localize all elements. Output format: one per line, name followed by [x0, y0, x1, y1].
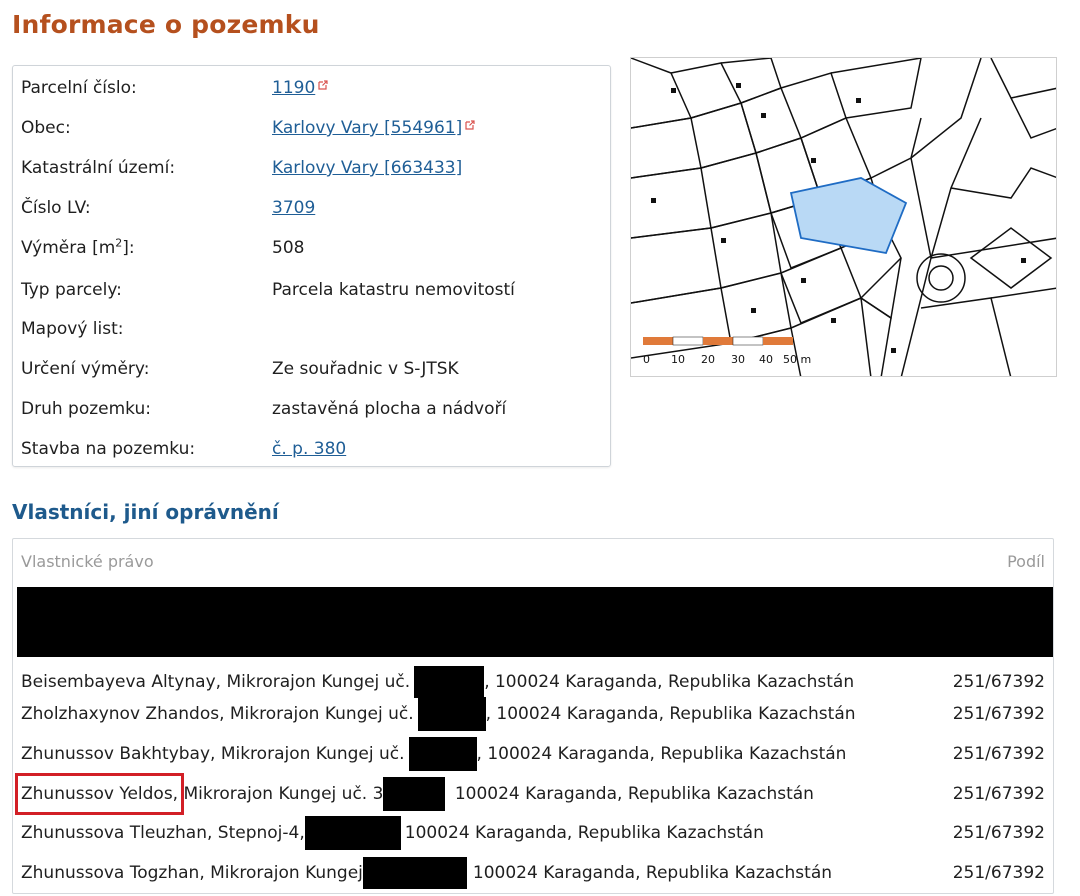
- owner-share: 251/67392: [952, 863, 1045, 883]
- lv-link[interactable]: 3709: [272, 193, 315, 223]
- owners-table-header: Vlastnické právo Podíl: [13, 539, 1053, 584]
- owner-entry: Zholzhaxynov Zhandos, Mikrorajon Kungej …: [21, 695, 856, 733]
- column-header-ownership: Vlastnické právo: [21, 552, 154, 571]
- map-scale-label: 30: [731, 353, 745, 366]
- external-link-icon: [318, 80, 328, 90]
- cadastral-label: Katastrální území:: [21, 158, 176, 178]
- owner-share: 251/67392: [952, 784, 1045, 804]
- parcel-info-panel: Parcelní číslo: 1190 Obec: Karlovy Vary …: [12, 65, 611, 467]
- owner-share: 251/67392: [952, 823, 1045, 843]
- red-highlight-box: [15, 773, 185, 815]
- owner-share: 251/67392: [952, 744, 1045, 764]
- owner-entry: Zhunussova Tleuzhan, Stepnoj-4, 100024 Ka…: [21, 814, 764, 852]
- redaction-block: [17, 587, 1053, 657]
- owner-share: 251/67392: [952, 704, 1045, 724]
- land-type-label: Druh pozemku:: [21, 399, 151, 419]
- table-row: Zhunussova Tleuzhan, Stepnoj-4, 100024 Ka…: [13, 814, 1053, 852]
- area-method-value: Ze souřadnic v S-JTSK: [272, 359, 459, 379]
- land-type-value: zastavěná plocha a nádvoří: [272, 399, 507, 419]
- parcel-type-value: Parcela katastru nemovitostí: [272, 280, 515, 300]
- obec-text: Karlovy Vary [554961]: [272, 118, 463, 138]
- obec-link[interactable]: Karlovy Vary [554961]: [272, 113, 475, 143]
- area-label: Výměra [m2]:: [21, 236, 135, 258]
- redaction-block: [414, 666, 485, 698]
- cadastral-map-drawing: 0 10 20 30 40 50 m: [631, 58, 1056, 376]
- building-label: Stavba na pozemku:: [21, 439, 196, 459]
- parcel-type-label: Typ parcely:: [21, 280, 122, 300]
- map-scale-label: 20: [701, 353, 715, 366]
- lv-label: Číslo LV:: [21, 198, 91, 218]
- area-value: 508: [272, 238, 305, 258]
- table-row: Zhunussov Yeldos, Mikrorajon Kungej uč. …: [13, 773, 1053, 815]
- map-scale-label: 40: [759, 353, 773, 366]
- map-scale-label: 0: [643, 353, 650, 366]
- obec-label: Obec:: [21, 118, 71, 138]
- parcel-number-text: 1190: [272, 78, 316, 98]
- table-row: Zhunussov Bakhtybay, Mikrorajon Kungej u…: [13, 735, 1053, 773]
- table-row: Zholzhaxynov Zhandos, Mikrorajon Kungej …: [13, 695, 1053, 733]
- redaction-block: [304, 816, 401, 850]
- owner-entry: Zhunussov Yeldos, Mikrorajon Kungej uč. …: [15, 773, 814, 815]
- cadastral-link[interactable]: Karlovy Vary [663433]: [272, 153, 462, 183]
- area-method-label: Určení výměry:: [21, 359, 150, 379]
- selected-parcel-highlight: [789, 177, 908, 255]
- column-header-share: Podíl: [1007, 552, 1045, 571]
- page-title: Informace o pozemku: [12, 10, 320, 39]
- redaction-block: [408, 737, 477, 771]
- parcel-number-link[interactable]: 1190: [272, 73, 328, 103]
- external-link-icon: [465, 120, 475, 130]
- parcel-number-label: Parcelní číslo:: [21, 78, 137, 98]
- redaction-block: [417, 697, 486, 731]
- map-sheet-label: Mapový list:: [21, 319, 124, 339]
- owner-entry: Zhunussov Bakhtybay, Mikrorajon Kungej u…: [21, 735, 846, 773]
- redaction-block: [362, 857, 467, 889]
- owner-entry: Zhunussova Togzhan, Mikrorajon Kungej 100…: [21, 854, 832, 892]
- owners-table: Vlastnické právo Podíl Beisembayeva Alty…: [12, 538, 1054, 894]
- cadastral-map[interactable]: 0 10 20 30 40 50 m: [630, 57, 1057, 377]
- redaction-block: [383, 777, 446, 811]
- table-row: Zhunussova Togzhan, Mikrorajon Kungej 100…: [13, 854, 1053, 892]
- map-scale-label: 10: [671, 353, 685, 366]
- map-scale-label: 50 m: [783, 353, 811, 366]
- building-link[interactable]: č. p. 380: [272, 434, 346, 464]
- owners-section-title: Vlastníci, jiní oprávnění: [12, 500, 279, 524]
